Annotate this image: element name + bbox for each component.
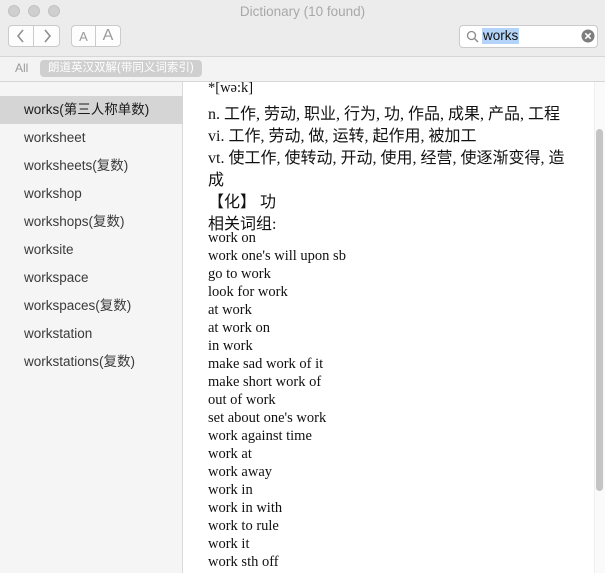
font-smaller-button[interactable]: A: [71, 25, 96, 47]
scope-all-tab[interactable]: All: [15, 61, 28, 75]
dictionary-scope-bar: All 朗道英汉双解(带同义词索引): [0, 57, 605, 82]
scrollbar-thumb[interactable]: [596, 129, 603, 491]
phrase-item: set about one's work: [208, 410, 327, 426]
phrase-item: make short work of: [208, 374, 322, 390]
results-sidebar: works(第三人称单数) worksheet worksheets(复数) w…: [0, 82, 183, 573]
search-field[interactable]: works: [459, 25, 598, 48]
phrase-item: make sad work of it: [208, 356, 324, 372]
phrase-item: work one's will upon sb: [208, 248, 346, 264]
window-title: Dictionary (10 found): [239, 4, 366, 19]
font-larger-button[interactable]: A: [95, 25, 121, 47]
sense-line: vi. 工作, 劳动, 做, 运转, 起作用, 被加工: [208, 128, 477, 145]
sense-line: 【化】 功: [208, 194, 277, 211]
definition-pane: *[wə:k] n. 工作, 劳动, 职业, 行为, 功, 作品, 成果, 产品…: [183, 82, 605, 573]
phrase-item: work sth off: [208, 554, 279, 570]
sidebar-item-workshop[interactable]: workshop: [0, 180, 183, 208]
sidebar-item-worksheets[interactable]: worksheets(复数): [0, 152, 183, 180]
back-button[interactable]: [8, 25, 34, 47]
clear-icon[interactable]: [581, 29, 595, 43]
pronunciation: *[wə:k]: [208, 82, 254, 96]
sidebar-item-worksite[interactable]: worksite: [0, 236, 183, 264]
sidebar-item-workspaces[interactable]: workspaces(复数): [0, 292, 183, 320]
sidebar-item-workstations[interactable]: workstations(复数): [0, 348, 183, 376]
search-input[interactable]: works: [482, 28, 520, 44]
phrase-item: work it: [208, 536, 250, 552]
scope-dictionary-tab[interactable]: 朗道英汉双解(带同义词索引): [40, 60, 202, 77]
sidebar-item-worksheet[interactable]: worksheet: [0, 124, 183, 152]
dictionary-window: Dictionary (10 found) A A works All 朗道英汉…: [0, 0, 605, 573]
phrase-item: work on: [208, 230, 256, 246]
sense-line: n. 工作, 劳动, 职业, 行为, 功, 作品, 成果, 产品, 工程: [208, 106, 561, 123]
sidebar-item-workstation[interactable]: workstation: [0, 320, 183, 348]
sense-line: 成: [208, 172, 225, 189]
forward-button[interactable]: [33, 25, 60, 47]
sidebar-item-workspace[interactable]: workspace: [0, 264, 183, 292]
chevron-right-icon: [43, 29, 51, 43]
phrase-item: at work: [208, 302, 252, 318]
phrase-item: look for work: [208, 284, 288, 300]
phrase-item: in work: [208, 338, 253, 354]
phrase-item: work at: [208, 446, 252, 462]
sense-line: vt. 使工作, 使转动, 开动, 使用, 经营, 使逐渐变得, 造: [208, 150, 565, 167]
titlebar: Dictionary (10 found) A A works: [0, 0, 605, 57]
chevron-left-icon: [16, 29, 24, 43]
phrase-item: work away: [208, 464, 273, 480]
phrase-item: work in: [208, 482, 253, 498]
magnifier-icon: [466, 30, 479, 43]
phrase-item: work to rule: [208, 518, 279, 534]
sidebar-item-works[interactable]: works(第三人称单数): [0, 96, 183, 124]
sidebar-item-workshops[interactable]: workshops(复数): [0, 208, 183, 236]
phrase-item: go to work: [208, 266, 271, 282]
phrase-item: work against time: [208, 428, 312, 444]
phrase-item: work in with: [208, 500, 283, 516]
phrase-item: at work on: [208, 320, 271, 336]
phrase-item: out of work: [208, 392, 276, 408]
